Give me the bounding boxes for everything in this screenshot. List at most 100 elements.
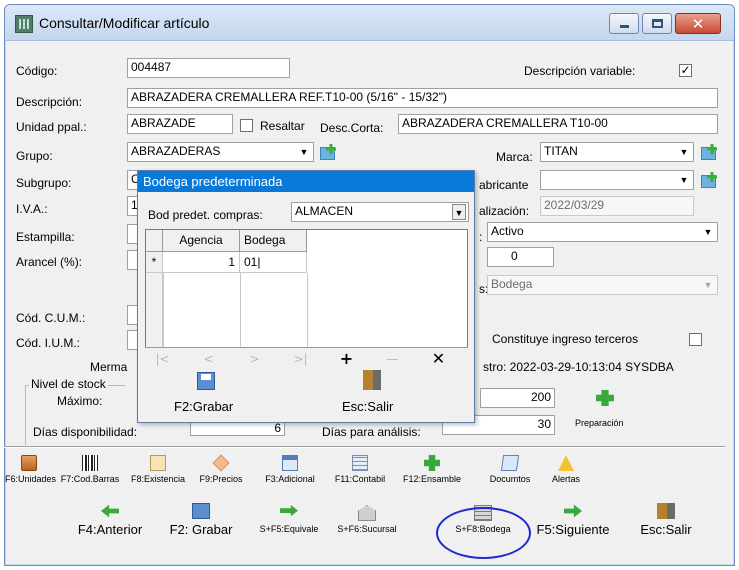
last-record-button[interactable]: >| <box>283 349 318 369</box>
maximize-icon <box>652 19 663 28</box>
box-icon <box>21 455 37 471</box>
toolbar-equivale-button[interactable]: S+F5:Equivale <box>250 505 328 534</box>
toolbar-separator <box>4 446 725 448</box>
dialog-save-button[interactable]: F2:Grabar <box>174 399 233 414</box>
maximo-field[interactable]: 200 <box>480 388 555 408</box>
first-record-button[interactable]: |< <box>145 349 180 369</box>
unidad-label: Unidad ppal.: <box>16 120 87 134</box>
toolbar-ensamble-button[interactable]: F12:Ensamble <box>398 455 466 484</box>
close-button[interactable]: ✕ <box>675 13 721 34</box>
save-icon[interactable] <box>197 372 215 390</box>
add-fabricante-icon[interactable] <box>701 172 717 188</box>
toolbar-contabil-button[interactable]: F11:Contabil <box>330 455 390 484</box>
toolbar-precios-button[interactable]: F9:Precios <box>196 454 246 484</box>
grid-header-agencia[interactable]: Agencia <box>163 230 240 252</box>
maximize-button[interactable] <box>642 13 672 34</box>
grid-header-bodega[interactable]: Bodega <box>240 230 307 252</box>
add-marca-icon[interactable] <box>701 144 717 160</box>
toolbar-documentos-button[interactable]: Documtos <box>480 455 540 484</box>
prior-record-button[interactable]: < <box>191 349 226 369</box>
codigo-field[interactable]: 004487 <box>127 58 290 78</box>
delete-record-button[interactable]: — <box>375 349 410 369</box>
toolbar-salir-button[interactable]: Esc:Salir <box>630 503 702 537</box>
next-record-button[interactable]: > <box>237 349 272 369</box>
chevron-down-icon[interactable]: ▼ <box>452 204 466 220</box>
grid-navigator: |< < > >| + — ✕ <box>145 347 468 369</box>
exit-door-icon <box>657 503 675 519</box>
resaltar-checkbox[interactable] <box>240 119 253 132</box>
chevron-down-icon[interactable]: ▼ <box>677 144 691 160</box>
desc-corta-field[interactable]: ABRAZADERA CREMALLERA T10-00 <box>398 114 718 134</box>
marca-select[interactable]: TITAN ▼ <box>540 142 694 162</box>
toolbar-equivale-label: S+F5:Equivale <box>259 524 319 534</box>
grid-cell-agencia[interactable]: 1 <box>163 252 240 273</box>
dialog-title[interactable]: Bodega predeterminada <box>138 171 474 192</box>
chevron-down-icon[interactable]: ▼ <box>677 172 691 188</box>
small-value-field[interactable]: 0 <box>487 247 554 267</box>
cancel-record-button[interactable]: ✕ <box>421 349 456 369</box>
descripcion-field[interactable]: ABRAZADERA CREMALLERA REF.T10-00 (5/16" … <box>127 88 718 108</box>
toolbar-contabil-label: F11:Contabil <box>334 474 386 484</box>
bodega-predeterminada-dialog: Bodega predeterminada Bod predet. compra… <box>137 170 475 423</box>
row-indicator: * <box>146 252 163 273</box>
descripcion-label: Descripción: <box>16 95 83 109</box>
toolbar-codbarras-button[interactable]: F7:Cod.Barras <box>58 455 122 484</box>
book-icon <box>500 455 520 471</box>
toolbar-siguiente-button[interactable]: F5:Siguiente <box>528 503 618 537</box>
add-grupo-icon[interactable] <box>320 144 336 160</box>
estado-value: Activo <box>491 224 524 238</box>
fabricante-select[interactable]: ▼ <box>540 170 694 190</box>
bod-compras-select[interactable]: ALMACEN ▼ <box>291 202 469 222</box>
toolbar-codbarras-label: F7:Cod.Barras <box>60 474 120 484</box>
tipo-value: Bodega <box>491 277 533 291</box>
desc-corta-label: Desc.Corta: <box>320 121 384 135</box>
small-value: 0 <box>511 249 518 263</box>
arancel-label: Arancel (%): <box>16 255 83 269</box>
minimize-button[interactable] <box>609 13 639 34</box>
barcode-icon <box>82 455 98 471</box>
dias-analisis-label: Días para análisis: <box>322 425 421 439</box>
grid-line <box>307 273 308 347</box>
tag-icon <box>212 454 230 472</box>
highlight-annotation <box>436 507 531 559</box>
dias-disp-label: Días disponibilidad: <box>33 425 138 439</box>
toolbar-existencia-button[interactable]: F8:Existencia <box>128 455 188 484</box>
chevron-down-icon[interactable]: ▼ <box>297 144 311 160</box>
arrow-left-icon <box>101 504 119 518</box>
toolbar-anterior-label: F4:Anterior <box>77 522 143 537</box>
grupo-value: ABRAZADERAS <box>131 144 221 158</box>
toolbar-adicional-button[interactable]: F3:Adicional <box>260 455 320 484</box>
insert-record-button[interactable]: + <box>329 349 364 369</box>
unidad-field[interactable]: ABRAZADE <box>127 114 233 134</box>
exit-door-icon[interactable] <box>363 370 381 390</box>
ingreso-terceros-checkbox[interactable] <box>689 333 702 346</box>
toolbar-unidades-button[interactable]: F6:Unidades <box>5 455 57 484</box>
grid-line <box>163 273 164 347</box>
iva-label: I.V.A.: <box>16 202 48 216</box>
marca-label: Marca: <box>496 150 533 164</box>
grid-corner <box>146 230 163 252</box>
cum-label: Cód. C.U.M.: <box>16 311 86 325</box>
toolbar-sucursal-button[interactable]: S+F6:Sucursal <box>330 505 404 534</box>
toolbar-anterior-button[interactable]: F4:Anterior <box>70 503 150 537</box>
title-bar[interactable]: Consultar/Modificar artículo ✕ <box>5 5 734 41</box>
app-icon <box>15 15 33 33</box>
toolbar-unidades-label: F6:Unidades <box>5 474 57 484</box>
chevron-down-icon[interactable]: ▼ <box>701 224 715 240</box>
dialog-exit-button[interactable]: Esc:Salir <box>342 399 393 414</box>
estado-select[interactable]: Activo ▼ <box>487 222 718 242</box>
descripcion-variable-checkbox[interactable]: ✓ <box>679 64 692 77</box>
toolbar-documentos-label: Documtos <box>489 474 531 484</box>
toolbar-alertas-button[interactable]: Alertas <box>546 455 586 484</box>
maximo-label: Máximo: <box>57 394 103 408</box>
arrow-right-icon <box>564 504 582 518</box>
document-icon <box>150 455 166 471</box>
preparacion-label[interactable]: Preparación <box>575 418 624 428</box>
ledger-icon <box>352 455 368 471</box>
grid-line <box>240 273 241 347</box>
toolbar-grabar-button[interactable]: F2: Grabar <box>162 503 240 537</box>
grupo-select[interactable]: ABRAZADERAS ▼ <box>127 142 314 162</box>
grid-cell-bodega[interactable]: 01| <box>240 252 307 273</box>
nivel-stock-label: Nivel de stock <box>29 377 108 391</box>
toolbar-adicional-label: F3:Adicional <box>265 474 315 484</box>
